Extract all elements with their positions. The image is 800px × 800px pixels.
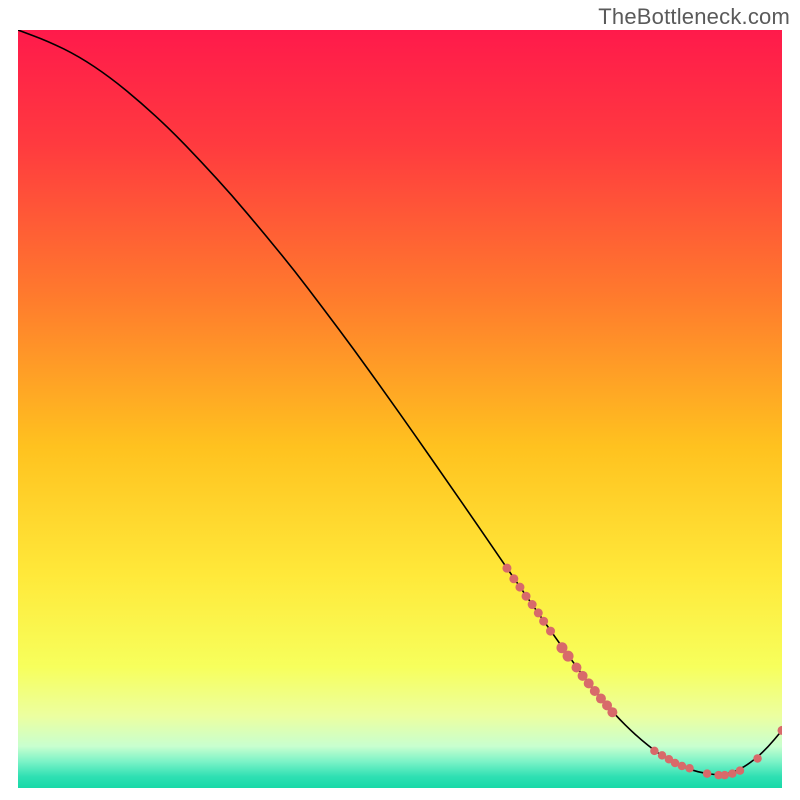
data-point — [509, 574, 518, 583]
data-point — [753, 754, 762, 763]
data-point — [571, 662, 581, 672]
chart-container: TheBottleneck.com — [0, 0, 800, 800]
data-point — [528, 600, 537, 609]
bottleneck-chart — [0, 0, 800, 800]
data-point — [522, 592, 531, 601]
data-point — [685, 764, 694, 773]
data-point — [563, 651, 574, 662]
gradient-background — [18, 30, 782, 788]
data-point — [778, 726, 787, 735]
data-point — [534, 608, 543, 617]
data-point — [703, 769, 712, 778]
data-point — [736, 766, 745, 775]
data-point — [728, 769, 737, 778]
data-point — [502, 564, 511, 573]
data-point — [650, 747, 659, 756]
data-point — [720, 771, 729, 780]
data-point — [539, 617, 548, 626]
data-point — [607, 707, 617, 717]
data-point — [515, 583, 524, 592]
data-point — [546, 627, 555, 636]
data-point — [678, 762, 687, 771]
